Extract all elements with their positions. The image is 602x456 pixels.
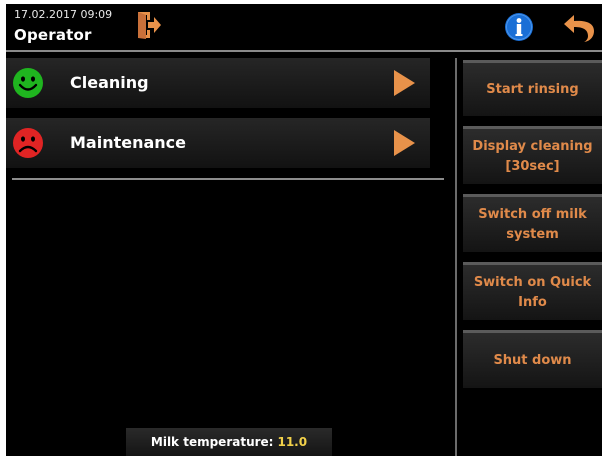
milk-temperature-status: Milk temperature: 11.0 <box>126 428 332 456</box>
button-label: Display cleaning [30sec] <box>472 138 593 174</box>
switch-on-quick-info-button[interactable]: Switch on Quick Info <box>463 262 602 320</box>
menu-item-cleaning[interactable]: Cleaning <box>6 58 430 108</box>
list-divider <box>12 178 444 180</box>
smiley-happy-icon <box>13 68 43 98</box>
milk-temperature-value: 11.0 <box>277 435 308 449</box>
start-rinsing-button[interactable]: Start rinsing <box>463 60 602 116</box>
datetime-label: 17.02.2017 09:09 <box>14 8 113 21</box>
back-arrow-icon <box>564 15 594 42</box>
panel-divider <box>455 58 457 456</box>
button-label: Switch off milk system <box>478 206 587 242</box>
logout-icon <box>138 12 161 39</box>
menu-item-label: Cleaning <box>70 73 149 92</box>
user-role-label: Operator <box>14 26 92 44</box>
shut-down-button[interactable]: Shut down <box>463 330 602 388</box>
button-label: Switch on Quick Info <box>473 274 592 310</box>
logout-button[interactable] <box>136 10 162 40</box>
info-button[interactable] <box>504 12 534 42</box>
menu-item-maintenance[interactable]: Maintenance <box>6 118 430 168</box>
button-label: Start rinsing <box>486 81 579 97</box>
button-label: Shut down <box>493 352 572 368</box>
chevron-right-icon <box>394 70 415 96</box>
smiley-sad-icon <box>13 128 43 158</box>
header-bar: 17.02.2017 09:09 Operator <box>6 4 602 52</box>
chevron-right-icon <box>394 130 415 156</box>
switch-off-milk-system-button[interactable]: Switch off milk system <box>463 194 602 252</box>
menu-item-label: Maintenance <box>70 133 187 152</box>
info-icon <box>505 13 533 41</box>
status-label: Milk temperature: <box>150 435 274 449</box>
machine-screen: 17.02.2017 09:09 Operator Cleaning Maint… <box>6 4 602 456</box>
back-button[interactable] <box>562 12 596 44</box>
display-cleaning-button[interactable]: Display cleaning [30sec] <box>463 126 602 184</box>
header-divider <box>6 50 602 52</box>
